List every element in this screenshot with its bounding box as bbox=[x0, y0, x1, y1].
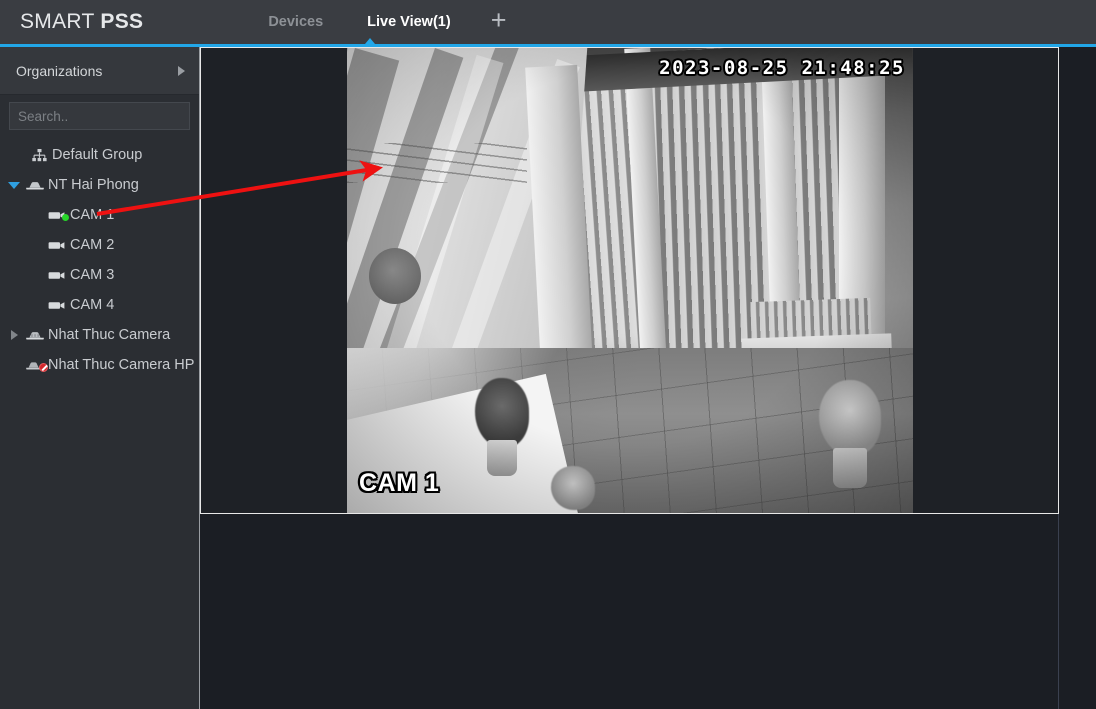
tree-item-label: Nhat Thuc Camera bbox=[48, 327, 171, 343]
camera-icon bbox=[46, 210, 69, 221]
sidebar: Organizations Search.. Default Group NT … bbox=[0, 47, 220, 709]
nvr-device-icon bbox=[24, 180, 46, 191]
tree-item-label: NT Hai Phong bbox=[48, 177, 139, 193]
video-pane-cam-1[interactable]: 2023-08-25 21:48:25 CAM 1 bbox=[200, 47, 1059, 514]
tree-item-cam-4[interactable]: CAM 4 bbox=[0, 290, 199, 320]
device-tree: Default Group NT Hai Phong CAM 1 CAM 2 C… bbox=[0, 140, 199, 380]
app-header: SMART PSS Devices Live View(1) + bbox=[0, 0, 1096, 44]
video-stream-image: 2023-08-25 21:48:25 CAM 1 bbox=[347, 48, 913, 513]
search-input[interactable] bbox=[10, 108, 203, 124]
camera-icon bbox=[46, 240, 68, 251]
nvr-device-icon bbox=[24, 360, 48, 372]
twisty-expanded-icon[interactable] bbox=[4, 181, 24, 189]
scene-vignette bbox=[347, 48, 913, 513]
tree-item-label: CAM 4 bbox=[70, 297, 115, 313]
camera-icon bbox=[46, 270, 68, 281]
live-view-grid: 2023-08-25 21:48:25 CAM 1 bbox=[200, 47, 1096, 709]
tree-item-default-group[interactable]: Default Group bbox=[0, 140, 199, 170]
tree-item-label: Default Group bbox=[52, 147, 143, 163]
organizations-label: Organizations bbox=[16, 62, 103, 79]
organizations-header[interactable]: Organizations bbox=[0, 47, 199, 95]
tab-bar: Devices Live View(1) + bbox=[246, 0, 520, 44]
video-timestamp-overlay: 2023-08-25 21:48:25 bbox=[659, 57, 905, 79]
tree-item-nhat-thuc-camera[interactable]: Nhat Thuc Camera bbox=[0, 320, 199, 350]
tree-item-label: CAM 2 bbox=[70, 237, 115, 253]
tree-item-cam-1[interactable]: CAM 1 bbox=[0, 200, 199, 230]
search-container bbox=[0, 95, 220, 130]
chevron-right-icon bbox=[178, 65, 185, 76]
tree-item-label: CAM 3 bbox=[70, 267, 115, 283]
camera-icon bbox=[46, 300, 68, 311]
active-tab-pointer-icon bbox=[365, 38, 375, 44]
status-dot-online bbox=[62, 213, 69, 221]
video-channel-label-overlay: CAM 1 bbox=[359, 469, 440, 497]
tab-devices[interactable]: Devices bbox=[246, 0, 345, 44]
logo-text-bold: PSS bbox=[100, 10, 144, 33]
status-badge-offline bbox=[39, 362, 48, 372]
logo-text-light: SMART bbox=[20, 10, 101, 33]
tree-item-cam-3[interactable]: CAM 3 bbox=[0, 260, 199, 290]
tree-item-nt-hai-phong[interactable]: NT Hai Phong bbox=[0, 170, 199, 200]
tree-item-label: CAM 1 bbox=[70, 207, 115, 223]
search-box[interactable] bbox=[9, 102, 220, 130]
tree-item-nhat-thuc-camera-hp[interactable]: Nhat Thuc Camera HP bbox=[0, 350, 199, 380]
add-tab-button[interactable]: + bbox=[477, 7, 521, 34]
tree-item-cam-2[interactable]: CAM 2 bbox=[0, 230, 199, 260]
app-logo: SMART PSS bbox=[20, 10, 143, 34]
org-chart-icon bbox=[28, 148, 50, 162]
nvr-device-icon bbox=[24, 330, 46, 341]
smart-pss-window: SMART PSS Devices Live View(1) + Organiz… bbox=[0, 0, 1096, 709]
tree-item-label: Nhat Thuc Camera HP bbox=[48, 357, 195, 373]
twisty-collapsed-icon[interactable] bbox=[4, 330, 24, 340]
